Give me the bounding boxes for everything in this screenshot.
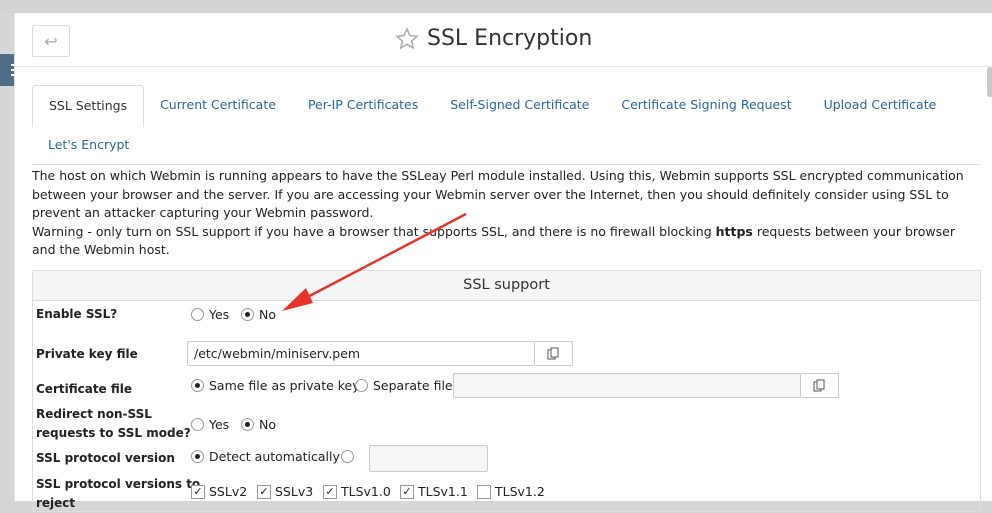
- scrollbar[interactable]: [987, 67, 992, 97]
- reject-tlsv11-label: TLSv1.1: [418, 484, 468, 499]
- enable-ssl-no[interactable]: No: [241, 307, 276, 322]
- intro-paragraph: The host on which Webmin is running appe…: [32, 168, 964, 220]
- tab-bar-row2: Let's Encrypt: [32, 125, 145, 165]
- certificate-same-option[interactable]: Same file as private key: [191, 378, 360, 393]
- protocol-version-label: SSL protocol version: [36, 451, 175, 465]
- checkbox-checked-icon[interactable]: ✓: [191, 484, 205, 499]
- radio-icon[interactable]: [355, 379, 368, 392]
- star-icon[interactable]: [395, 26, 419, 51]
- browser-top-bar: [0, 0, 992, 13]
- reject-versions-row: SSL protocol versions to reject ✓ SSLv2 ✓ S…: [33, 475, 980, 511]
- reject-label-line1: SSL protocol versions to: [36, 477, 201, 491]
- private-key-file-chooser-button[interactable]: [535, 341, 573, 366]
- checkbox-icon[interactable]: [477, 484, 491, 499]
- section-title: SSL support: [33, 271, 980, 301]
- certificate-file-chooser-button[interactable]: [801, 373, 839, 398]
- tab-upload-certificate[interactable]: Upload Certificate: [808, 85, 953, 125]
- reject-label-line2: reject: [36, 496, 76, 510]
- reject-sslv2-label: SSLv2: [209, 484, 248, 499]
- enable-ssl-yes[interactable]: Yes: [191, 307, 229, 322]
- radio-icon[interactable]: [191, 308, 204, 321]
- protocol-version-input[interactable]: [369, 445, 488, 472]
- file-chooser-icon: [813, 379, 825, 392]
- redirect-yes[interactable]: Yes: [191, 417, 229, 432]
- radio-icon[interactable]: [341, 450, 354, 463]
- return-arrow-icon: ↩: [44, 31, 58, 51]
- certificate-file-input[interactable]: [453, 373, 801, 398]
- protocol-auto-option[interactable]: Detect automatically: [191, 449, 340, 464]
- checkbox-checked-icon[interactable]: ✓: [400, 484, 414, 499]
- redirect-no[interactable]: No: [241, 417, 276, 432]
- enable-ssl-label: Enable SSL?: [36, 307, 118, 321]
- tab-certificate-signing-request[interactable]: Certificate Signing Request: [605, 85, 807, 125]
- warning-text-bold: https: [715, 223, 753, 239]
- reject-tlsv12-label: TLSv1.2: [495, 484, 545, 499]
- redirect-label: Redirect non-SSL requests to SSL mode?: [36, 405, 191, 443]
- reject-sslv3-label: SSLv3: [275, 484, 314, 499]
- enable-ssl-row: Enable SSL? Yes No: [33, 305, 980, 329]
- redirect-row: Redirect non-SSL requests to SSL mode? Ye…: [33, 405, 980, 445]
- reject-versions-label: SSL protocol versions to reject: [36, 475, 200, 513]
- warning-text-pre: Warning - only turn on SSL support if yo…: [32, 223, 716, 239]
- private-key-input[interactable]: /etc/webmin/miniserv.pem: [187, 341, 535, 366]
- certificate-separate-label: Separate file: [373, 378, 453, 393]
- protocol-version-row: SSL protocol version Detect automaticall…: [33, 445, 980, 475]
- reject-tlsv10[interactable]: ✓ TLSv1.0: [323, 484, 391, 500]
- tab-divider: [32, 164, 979, 165]
- radio-selected-icon[interactable]: [191, 450, 204, 463]
- private-key-row: Private key file /etc/webmin/miniserv.pe…: [33, 329, 980, 366]
- protocol-auto-label: Detect automatically: [209, 449, 340, 464]
- checkbox-checked-icon[interactable]: ✓: [323, 484, 337, 499]
- page-title-wrap: SSL Encryption: [395, 26, 592, 51]
- private-key-label: Private key file: [36, 347, 138, 361]
- redirect-label-line1: Redirect non-SSL: [36, 407, 152, 421]
- title-divider: [15, 66, 992, 67]
- certificate-label: Certificate file: [36, 382, 133, 396]
- enable-ssl-no-label: No: [259, 307, 276, 322]
- tab-ssl-settings[interactable]: SSL Settings: [32, 85, 145, 127]
- redirect-label-line2: requests to SSL mode?: [36, 426, 191, 440]
- protocol-manual-option[interactable]: [341, 449, 359, 464]
- tab-bar: SSL Settings Current Certificate Per-IP …: [32, 85, 953, 127]
- redirect-yes-label: Yes: [209, 417, 230, 432]
- enable-ssl-yes-label: Yes: [209, 307, 230, 322]
- tab-lets-encrypt[interactable]: Let's Encrypt: [32, 125, 145, 165]
- certificate-same-label: Same file as private key: [209, 378, 360, 393]
- reject-sslv3[interactable]: ✓ SSLv3: [257, 484, 313, 500]
- certificate-separate-option[interactable]: Separate file: [355, 378, 453, 393]
- certificate-row: Certificate file Same file as private ke…: [33, 369, 980, 403]
- ssl-support-section: SSL support Enable SSL? Yes No Private k…: [32, 270, 981, 512]
- radio-icon[interactable]: [191, 418, 204, 431]
- reject-sslv2[interactable]: ✓ SSLv2: [191, 484, 247, 500]
- tab-current-certificate[interactable]: Current Certificate: [144, 85, 292, 125]
- file-chooser-icon: [547, 347, 559, 360]
- tab-self-signed-certificate[interactable]: Self-Signed Certificate: [434, 85, 605, 125]
- checkbox-checked-icon[interactable]: ✓: [257, 484, 271, 499]
- redirect-no-label: No: [259, 417, 276, 432]
- main-page: ↩ SSL Encryption SSL Settings Current Ce…: [14, 13, 992, 512]
- reject-tlsv12[interactable]: TLSv1.2: [477, 484, 545, 500]
- reject-tlsv10-label: TLSv1.0: [341, 484, 391, 499]
- back-button[interactable]: ↩: [32, 25, 70, 57]
- radio-selected-icon[interactable]: [241, 418, 254, 431]
- radio-selected-icon[interactable]: [191, 379, 204, 392]
- intro-text: The host on which Webmin is running appe…: [32, 167, 982, 260]
- page-title: SSL Encryption: [427, 26, 593, 51]
- tab-per-ip-certificates[interactable]: Per-IP Certificates: [292, 85, 434, 125]
- reject-tlsv11[interactable]: ✓ TLSv1.1: [400, 484, 468, 500]
- radio-selected-icon[interactable]: [241, 308, 254, 321]
